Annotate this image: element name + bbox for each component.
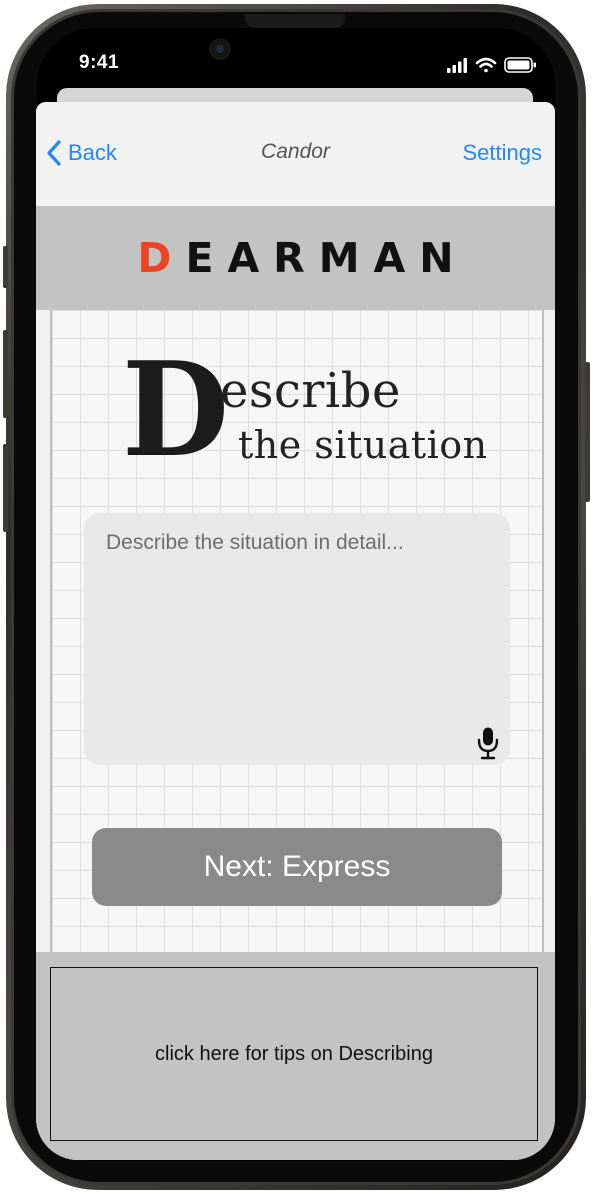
next-express-button[interactable]: Next: Express: [92, 828, 502, 906]
step-heading: D escribe the situation: [122, 333, 512, 486]
situation-input[interactable]: [84, 513, 510, 765]
volume-down-button: [3, 444, 8, 532]
logo-rest: EARMAN: [185, 234, 468, 282]
front-camera: [209, 38, 231, 60]
status-icons: [447, 57, 536, 73]
heading-initial: D: [122, 333, 230, 486]
battery-icon: [504, 57, 536, 73]
power-button: [585, 362, 590, 502]
volume-up-button: [3, 330, 8, 418]
brand-header: DEARMAN: [36, 206, 555, 310]
footer-area: click here for tips on Describing: [36, 952, 555, 1160]
speaker-notch: [245, 14, 345, 28]
heading-line-1: escribe: [220, 363, 401, 419]
cellular-signal-icon: [447, 58, 467, 73]
app-sheet: Back Candor Settings DEARMAN D escribe t…: [36, 102, 555, 1160]
action-button: [3, 246, 8, 288]
wifi-icon: [475, 57, 497, 73]
microphone-icon[interactable]: [476, 726, 500, 760]
status-time: 9:41: [79, 52, 120, 73]
settings-button[interactable]: Settings: [463, 140, 543, 166]
main-content: D escribe the situation Next: Express: [50, 310, 544, 952]
heading-line-2: the situation: [238, 423, 488, 467]
logo-accent-letter: D: [137, 234, 186, 282]
app-logo-wordmark: DEARMAN: [123, 234, 467, 282]
tips-link[interactable]: click here for tips on Describing: [50, 967, 538, 1141]
navigation-bar: Back Candor Settings: [36, 102, 555, 206]
